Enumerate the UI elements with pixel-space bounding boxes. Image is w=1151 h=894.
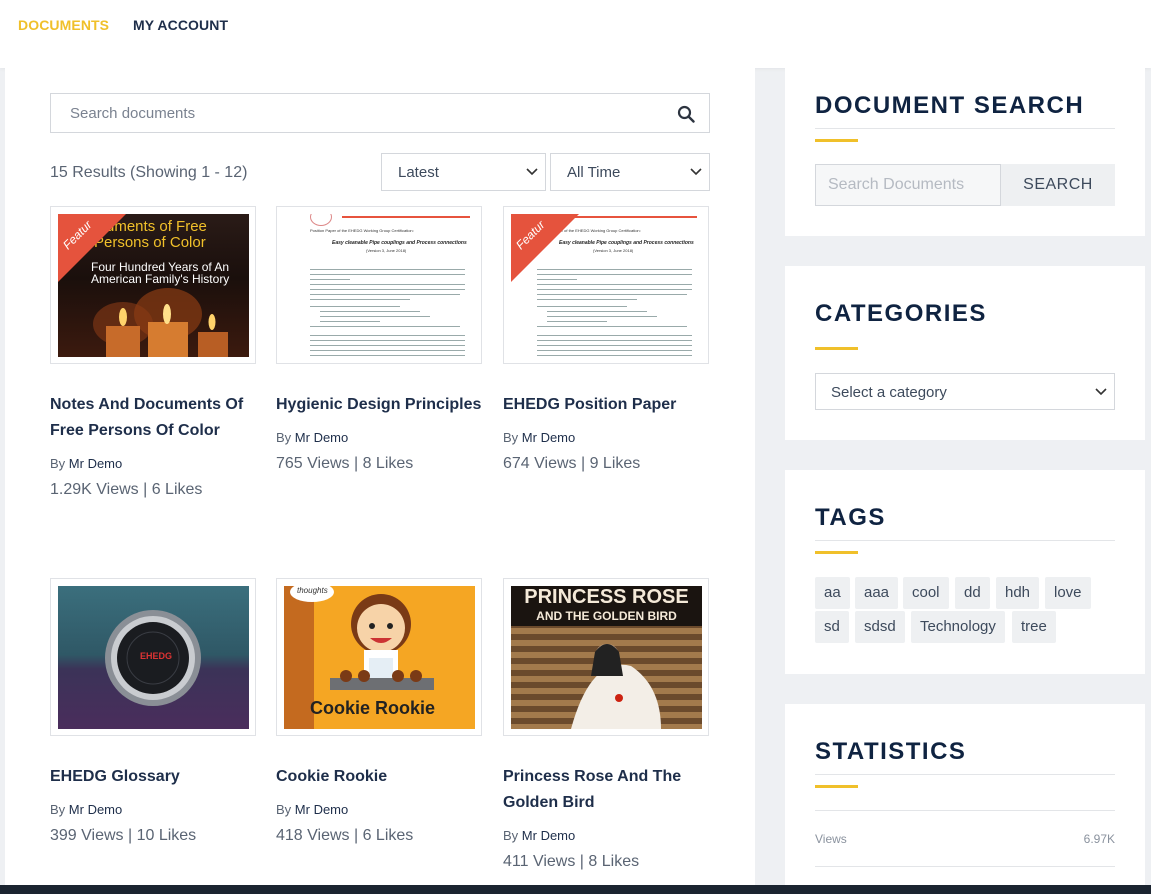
chevron-down-icon xyxy=(1095,388,1107,396)
statistics-widget: STATISTICS Views 6.97K xyxy=(785,704,1145,885)
document-stats: 765 Views | 8 Likes xyxy=(276,455,414,472)
divider xyxy=(815,540,1115,541)
widget-title: TAGS xyxy=(815,504,886,531)
author-line: By Mr Demo xyxy=(276,430,348,445)
author-line: By Mr Demo xyxy=(50,802,122,817)
by-label: By xyxy=(276,802,292,817)
document-search-box xyxy=(50,93,710,133)
document-thumbnail[interactable]: thoughts Cookie Rookie xyxy=(276,578,482,736)
ehedg-logo: EHEDG xyxy=(140,651,173,661)
categories-widget: CATEGORIES Select a category xyxy=(785,266,1145,440)
by-label: By xyxy=(50,456,66,471)
document-thumbnail[interactable]: EHEDG xyxy=(50,578,256,736)
featured-ribbon: Featur xyxy=(511,214,581,284)
logo-icon xyxy=(310,214,332,226)
stat-value: 6.97K xyxy=(1083,832,1115,846)
document-title[interactable]: EHEDG Glossary xyxy=(50,764,256,790)
stat-row: Views 6.97K xyxy=(815,810,1115,867)
document-stats: 418 Views | 6 Likes xyxy=(276,827,414,844)
document-stats: 1.29K Views | 6 Likes xyxy=(50,481,203,498)
widget-title: CATEGORIES xyxy=(815,300,987,327)
image-title-1: PRINCESS ROSE xyxy=(524,586,689,608)
chevron-down-icon xyxy=(690,168,702,176)
image-thoughts: thoughts xyxy=(297,586,328,595)
by-label: By xyxy=(50,802,66,817)
doc-header: Position Paper of the EHEDG Working Grou… xyxy=(310,228,414,233)
category-select[interactable]: Select a category xyxy=(815,373,1115,410)
stat-label: Views xyxy=(815,832,847,846)
search-input[interactable] xyxy=(51,94,671,132)
tag-item[interactable]: sdsd xyxy=(855,611,905,643)
author-link[interactable]: Mr Demo xyxy=(522,430,575,445)
tag-item[interactable]: aa xyxy=(815,577,850,609)
tag-item[interactable]: hdh xyxy=(996,577,1040,609)
time-filter-select[interactable]: All Time xyxy=(550,153,710,191)
accent-bar xyxy=(815,347,858,350)
results-count: 15 Results (Showing 1 - 12) xyxy=(50,164,248,181)
document-title[interactable]: Cookie Rookie xyxy=(276,764,482,790)
widget-title: DOCUMENT SEARCH xyxy=(815,92,1085,119)
sidebar-search-button[interactable]: SEARCH xyxy=(1001,164,1115,206)
sort-select[interactable]: Latest xyxy=(381,153,546,191)
document-stats: 674 Views | 9 Likes xyxy=(503,455,641,472)
author-line: By Mr Demo xyxy=(276,802,348,817)
document-title[interactable]: Hygienic Design Principles xyxy=(276,392,482,418)
by-label: By xyxy=(276,430,292,445)
document-thumbnail[interactable]: PRINCESS ROSE AND THE GOLDEN BIRD xyxy=(503,578,709,736)
nav-documents[interactable]: DOCUMENTS xyxy=(18,17,109,33)
document-title[interactable]: Notes And Documents Of Free Persons Of C… xyxy=(50,392,256,444)
divider xyxy=(815,128,1115,129)
author-link[interactable]: Mr Demo xyxy=(69,802,122,817)
author-line: By Mr Demo xyxy=(50,456,122,471)
sidebar-search-input[interactable] xyxy=(815,164,1001,206)
category-select-value: Select a category xyxy=(831,384,947,401)
widget-title: STATISTICS xyxy=(815,738,967,765)
divider xyxy=(815,774,1115,775)
search-icon[interactable] xyxy=(677,105,695,123)
documents-panel: 15 Results (Showing 1 - 12) Latest All T… xyxy=(5,68,755,894)
featured-ribbon: Featur xyxy=(58,214,128,284)
document-thumbnail[interactable]: Position Paper of the EHEDG Working Grou… xyxy=(276,206,482,364)
tags-widget: TAGS aa aaa cool dd hdh love sd sdsd Tec… xyxy=(785,470,1145,674)
tag-item[interactable]: aaa xyxy=(855,577,899,609)
by-label: By xyxy=(503,828,519,843)
accent-bar xyxy=(815,139,858,142)
author-link[interactable]: Mr Demo xyxy=(295,430,348,445)
time-filter-value: All Time xyxy=(567,164,621,181)
tag-item[interactable]: Technology xyxy=(911,611,1005,643)
document-stats: 399 Views | 10 Likes xyxy=(50,827,197,844)
accent-bar xyxy=(815,785,858,788)
document-thumbnail[interactable]: uments of Free Persons of Color Four Hun… xyxy=(50,206,256,364)
image-title-2: AND THE GOLDEN BIRD xyxy=(536,609,677,623)
nav-my-account[interactable]: MY ACCOUNT xyxy=(133,17,228,33)
by-label: By xyxy=(503,430,519,445)
top-nav: DOCUMENTS MY ACCOUNT xyxy=(0,0,1151,68)
tag-item[interactable]: love xyxy=(1045,577,1091,609)
doc-title: Easy cleanable Pipe couplings and Proces… xyxy=(332,240,467,246)
document-page-preview: Position Paper of the EHEDG Working Grou… xyxy=(284,214,475,357)
sort-value: Latest xyxy=(398,164,439,181)
tag-item[interactable]: cool xyxy=(903,577,949,609)
accent-bar xyxy=(815,551,858,554)
tag-item[interactable]: dd xyxy=(955,577,990,609)
document-title[interactable]: EHEDG Position Paper xyxy=(503,392,709,418)
tag-item[interactable]: tree xyxy=(1012,611,1056,643)
document-title[interactable]: Princess Rose And The Golden Bird xyxy=(503,764,709,816)
author-line: By Mr Demo xyxy=(503,828,575,843)
document-thumbnail[interactable]: Position Paper of the EHEDG Working Grou… xyxy=(503,206,709,364)
document-search-widget: DOCUMENT SEARCH SEARCH xyxy=(785,68,1145,236)
author-link[interactable]: Mr Demo xyxy=(295,802,348,817)
footer-bar xyxy=(0,885,1151,894)
doc-version: (Version 3, June 2018) xyxy=(593,248,634,253)
document-stats: 411 Views | 8 Likes xyxy=(503,853,640,870)
chevron-down-icon xyxy=(526,168,538,176)
image-title: Cookie Rookie xyxy=(310,698,436,718)
author-link[interactable]: Mr Demo xyxy=(522,828,575,843)
doc-version: (Version 3, June 2018) xyxy=(366,248,407,253)
author-link[interactable]: Mr Demo xyxy=(69,456,122,471)
author-line: By Mr Demo xyxy=(503,430,575,445)
tag-item[interactable]: sd xyxy=(815,611,849,643)
